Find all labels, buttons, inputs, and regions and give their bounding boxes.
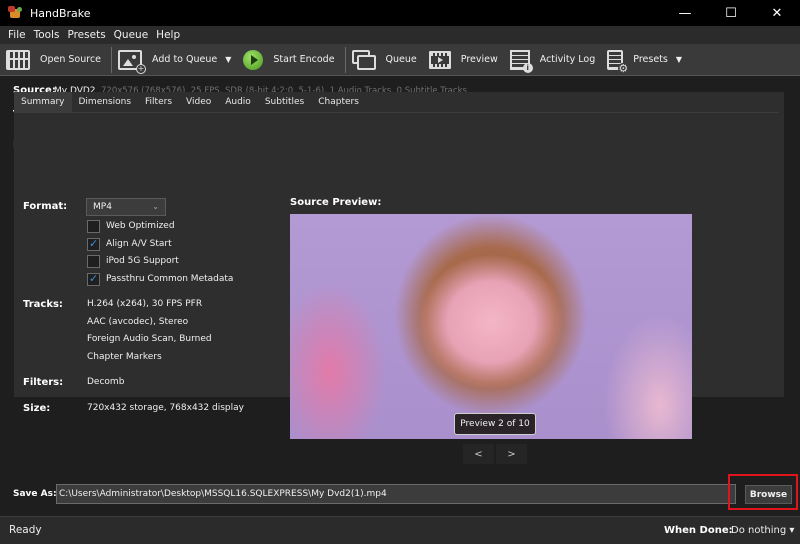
- when-done-dropdown[interactable]: Do nothing ▾: [731, 525, 794, 536]
- presets-label: Presets: [633, 54, 668, 65]
- ipod-5g-support-checkbox[interactable]: [87, 255, 100, 268]
- tracks-label: Tracks:: [23, 299, 63, 310]
- menu-tools[interactable]: Tools: [30, 29, 64, 41]
- format-select-value: MP4: [93, 202, 112, 212]
- web-optimized-label: Web Optimized: [106, 221, 175, 231]
- presets-dropdown-icon[interactable]: ▼: [676, 55, 682, 64]
- window-title: HandBrake: [30, 6, 91, 20]
- size-label: Size:: [23, 403, 51, 414]
- format-label: Format:: [23, 201, 68, 212]
- track-item: AAC (avcodec), Stereo: [87, 317, 189, 327]
- tab-bar: Summary Dimensions Filters Video Audio S…: [14, 92, 366, 112]
- tab-audio[interactable]: Audio: [218, 92, 258, 112]
- when-done-label: When Done:: [664, 525, 733, 536]
- open-source-label: Open Source: [40, 54, 102, 65]
- queue-stack-icon: [351, 49, 376, 70]
- status-bar: Ready When Done: Do nothing ▾: [0, 516, 800, 544]
- status-text: Ready: [9, 524, 42, 536]
- track-item: Chapter Markers: [87, 352, 162, 362]
- filters-value: Decomb: [87, 377, 125, 387]
- tab-filters[interactable]: Filters: [138, 92, 179, 112]
- web-optimized-checkbox[interactable]: [87, 220, 100, 233]
- tab-video[interactable]: Video: [179, 92, 218, 112]
- activity-log-icon: i: [509, 49, 533, 73]
- menu-help[interactable]: Help: [152, 29, 184, 41]
- add-to-queue-button[interactable]: + Add to Queue ▼: [114, 44, 239, 76]
- format-select[interactable]: MP4 ⌄: [86, 198, 166, 216]
- start-encode-button[interactable]: Start Encode: [239, 44, 342, 76]
- maximize-button[interactable]: ☐: [708, 0, 754, 26]
- chevron-down-icon: ⌄: [152, 202, 159, 211]
- align-av-start-checkbox[interactable]: [87, 237, 100, 251]
- track-item: H.264 (x264), 30 FPS PFR: [87, 299, 203, 309]
- save-as-label: Save As:: [13, 489, 57, 499]
- previous-preview-button[interactable]: <: [463, 444, 494, 464]
- film-play-icon: [428, 50, 451, 69]
- preview-counter-badge: Preview 2 of 10: [454, 413, 536, 435]
- tab-chapters[interactable]: Chapters: [311, 92, 366, 112]
- presets-button[interactable]: ⚙ Presets ▼: [603, 44, 690, 76]
- passthru-metadata-label: Passthru Common Metadata: [106, 274, 234, 284]
- close-button[interactable]: ✕: [754, 0, 800, 26]
- next-preview-button[interactable]: >: [496, 444, 527, 464]
- align-av-start-label: Align A/V Start: [106, 239, 172, 249]
- activity-log-button[interactable]: i Activity Log: [506, 44, 604, 76]
- menu-file[interactable]: File: [4, 29, 30, 41]
- save-as-path-input[interactable]: C:\Users\Administrator\Desktop\MSSQL16.S…: [56, 484, 736, 504]
- clapperboard-icon: [6, 49, 30, 70]
- toolbar: Open Source + Add to Queue ▼ Start Encod…: [0, 44, 800, 76]
- preview-label: Preview: [460, 54, 498, 65]
- document-gear-icon: ⚙: [607, 49, 629, 74]
- activity-log-label: Activity Log: [539, 54, 596, 65]
- play-icon: [243, 49, 264, 70]
- start-encode-label: Start Encode: [273, 54, 335, 65]
- queue-label: Queue: [385, 54, 417, 65]
- add-to-queue-dropdown-icon[interactable]: ▼: [225, 55, 231, 64]
- toolbar-separator: [111, 46, 113, 73]
- handbrake-logo-icon: [8, 6, 22, 20]
- open-source-button[interactable]: Open Source: [0, 44, 109, 76]
- source-preview-image[interactable]: [290, 214, 692, 439]
- passthru-metadata-checkbox[interactable]: [87, 272, 100, 286]
- track-item: Foreign Audio Scan, Burned: [87, 334, 212, 344]
- title-bar: HandBrake — ☐ ✕: [0, 0, 800, 26]
- toolbar-separator: [344, 46, 346, 73]
- menu-queue[interactable]: Queue: [110, 29, 153, 41]
- size-value: 720x432 storage, 768x432 display: [87, 403, 244, 413]
- add-to-queue-label: Add to Queue: [152, 54, 218, 65]
- source-preview-label: Source Preview:: [290, 197, 382, 208]
- tab-summary[interactable]: Summary: [14, 92, 72, 112]
- tab-dimensions[interactable]: Dimensions: [72, 92, 139, 112]
- add-image-icon: +: [118, 49, 147, 74]
- preview-button[interactable]: Preview: [425, 44, 506, 76]
- queue-button[interactable]: Queue: [348, 44, 425, 76]
- ipod-5g-support-label: iPod 5G Support: [106, 256, 179, 266]
- menu-presets[interactable]: Presets: [63, 29, 109, 41]
- minimize-button[interactable]: —: [662, 0, 708, 26]
- menu-bar: File Tools Presets Queue Help: [0, 26, 800, 44]
- filters-label: Filters:: [23, 377, 64, 388]
- tab-subtitles[interactable]: Subtitles: [258, 92, 311, 112]
- browse-button[interactable]: Browse: [745, 485, 792, 504]
